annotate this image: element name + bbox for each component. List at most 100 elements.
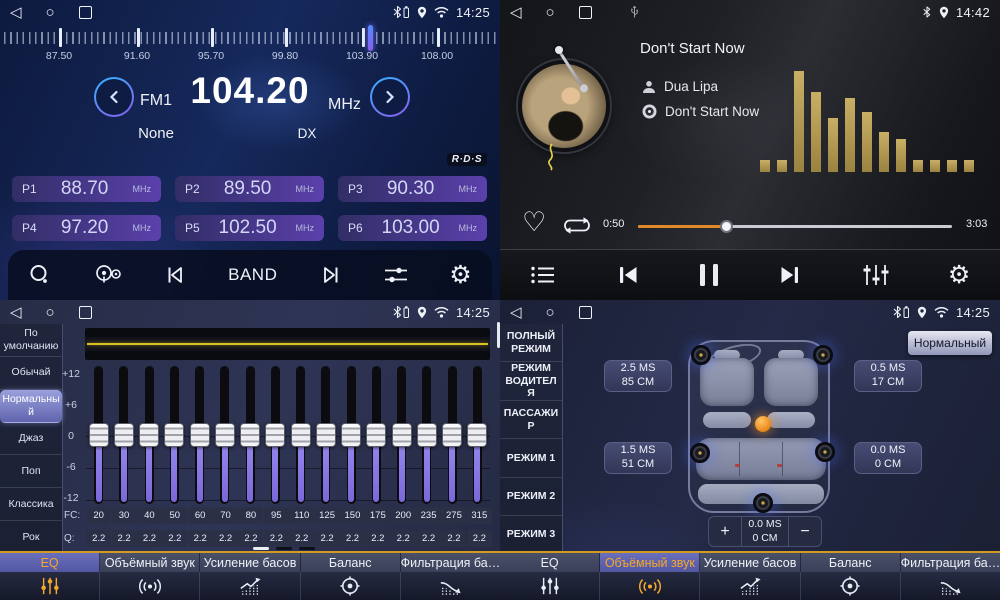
eq-band-slider[interactable] <box>473 366 482 504</box>
tab-surround[interactable]: Объёмный звук <box>100 553 200 572</box>
slider-handle[interactable] <box>392 423 412 447</box>
slider-handle[interactable] <box>467 423 487 447</box>
tab-filter-icon[interactable] <box>901 572 1000 600</box>
tab-bass-boost-icon[interactable] <box>200 572 300 600</box>
eq-band-slider[interactable] <box>119 366 128 504</box>
settings-gear-icon[interactable]: ⚙ <box>449 263 471 288</box>
audio-settings-icon[interactable] <box>383 264 409 286</box>
eq-band-slider[interactable] <box>145 366 154 504</box>
eq-band-slider[interactable] <box>246 366 255 504</box>
eq-preset-default[interactable]: По умолчанию <box>0 324 62 357</box>
slider-handle[interactable] <box>341 423 361 447</box>
tab-bass-boost[interactable]: Усиление басов <box>200 553 300 572</box>
slider-handle[interactable] <box>442 423 462 447</box>
increase-delay-button[interactable]: + <box>709 517 741 546</box>
tune-up-button[interactable] <box>370 77 410 117</box>
eq-band-slider[interactable] <box>296 366 305 504</box>
tab-filter[interactable]: Фильтрация ба… <box>901 553 1000 572</box>
tab-surround-icon[interactable] <box>600 572 700 600</box>
tab-eq[interactable]: EQ <box>500 553 600 572</box>
nav-recents-icon[interactable] <box>79 6 92 19</box>
preset-p1[interactable]: P188.70MHz <box>12 176 161 202</box>
slider-handle[interactable] <box>89 423 109 447</box>
eq-band-slider[interactable] <box>321 366 330 504</box>
eq-band-slider[interactable] <box>170 366 179 504</box>
nav-back-icon[interactable]: ◁ <box>510 5 522 20</box>
eq-band-slider[interactable] <box>397 366 406 504</box>
eq-preset-custom[interactable]: Обычай <box>0 357 62 390</box>
slider-handle[interactable] <box>190 423 210 447</box>
eq-band-slider[interactable] <box>422 366 431 504</box>
front-left-speaker-icon[interactable] <box>691 345 711 365</box>
slider-handle[interactable] <box>291 423 311 447</box>
listening-position-dot[interactable] <box>755 416 771 432</box>
rear-right-speaker-icon[interactable] <box>815 442 835 462</box>
mode-full[interactable]: ПОЛНЫЙ РЕЖИМ <box>500 324 562 362</box>
eq-preset-rock[interactable]: Рок <box>0 521 62 553</box>
mode-3[interactable]: РЕЖИМ 3 <box>500 516 562 553</box>
tuner-scale[interactable]: 87.50 91.60 95.70 99.80 103.90 108.00 <box>4 25 496 65</box>
eq-band-slider[interactable] <box>347 366 356 504</box>
band-button[interactable]: BAND <box>228 265 277 285</box>
front-right-delay-button[interactable]: 0.5 MS17 CM <box>854 360 922 392</box>
nav-home-icon[interactable]: ○ <box>46 305 55 320</box>
front-left-delay-button[interactable]: 2.5 MS85 CM <box>604 360 672 392</box>
nav-home-icon[interactable]: ○ <box>546 5 555 20</box>
tab-bass-boost-icon[interactable] <box>700 572 800 600</box>
previous-track-icon[interactable] <box>615 264 641 286</box>
tab-balance[interactable]: Баланс <box>801 553 901 572</box>
tab-bass-boost[interactable]: Усиление басов <box>700 553 800 572</box>
tab-eq-icon[interactable] <box>0 572 100 600</box>
decrease-delay-button[interactable]: − <box>789 517 821 546</box>
search-stations-icon[interactable] <box>28 263 52 287</box>
slider-handle[interactable] <box>366 423 386 447</box>
pause-icon[interactable] <box>700 264 718 286</box>
slider-handle[interactable] <box>240 423 260 447</box>
eq-band-slider[interactable] <box>271 366 280 504</box>
eq-band-slider[interactable] <box>372 366 381 504</box>
preset-p4[interactable]: P497.20MHz <box>12 215 161 241</box>
seek-bar[interactable] <box>638 225 952 228</box>
eq-band-slider[interactable] <box>220 366 229 504</box>
rear-left-delay-button[interactable]: 1.5 MS51 CM <box>604 442 672 474</box>
tab-filter-icon[interactable] <box>401 572 500 600</box>
nav-home-icon[interactable]: ○ <box>546 305 555 320</box>
mode-2[interactable]: РЕЖИМ 2 <box>500 478 562 516</box>
nav-home-icon[interactable]: ○ <box>46 5 55 20</box>
favorite-icon[interactable]: ♡ <box>522 209 546 236</box>
tab-balance[interactable]: Баланс <box>301 553 401 572</box>
tab-filter[interactable]: Фильтрация ба… <box>401 553 500 572</box>
repeat-icon[interactable] <box>562 215 592 236</box>
preset-p3[interactable]: P390.30MHz <box>338 176 487 202</box>
slider-handle[interactable] <box>164 423 184 447</box>
eq-band-slider[interactable] <box>94 366 103 504</box>
slider-handle[interactable] <box>417 423 437 447</box>
eq-preset-normal[interactable]: Нормальный <box>0 390 62 423</box>
eq-band-slider[interactable] <box>448 366 457 504</box>
broadcast-icon[interactable] <box>93 263 123 287</box>
mode-driver[interactable]: РЕЖИМ ВОДИТЕЛЯ <box>500 362 562 401</box>
equalizer-icon[interactable] <box>863 263 889 287</box>
nav-recents-icon[interactable] <box>579 306 592 319</box>
slider-handle[interactable] <box>139 423 159 447</box>
eq-band-slider[interactable] <box>195 366 204 504</box>
tab-balance-icon[interactable] <box>301 572 401 600</box>
seek-knob[interactable] <box>720 220 733 233</box>
nav-recents-icon[interactable] <box>579 6 592 19</box>
preset-p2[interactable]: P289.50MHz <box>175 176 324 202</box>
slider-handle[interactable] <box>316 423 336 447</box>
preset-p5[interactable]: P5102.50MHz <box>175 215 324 241</box>
front-right-speaker-icon[interactable] <box>813 345 833 365</box>
slider-handle[interactable] <box>265 423 285 447</box>
profile-button[interactable]: Нормальный <box>908 331 992 355</box>
eq-preset-pop[interactable]: Поп <box>0 455 62 488</box>
settings-gear-icon[interactable]: ⚙ <box>948 263 970 288</box>
rear-left-speaker-icon[interactable] <box>690 443 710 463</box>
mode-passenger[interactable]: ПАССАЖИР <box>500 401 562 439</box>
slider-handle[interactable] <box>114 423 134 447</box>
next-station-icon[interactable] <box>318 264 342 286</box>
eq-preset-classic[interactable]: Классика <box>0 488 62 521</box>
previous-station-icon[interactable] <box>164 264 188 286</box>
nav-back-icon[interactable]: ◁ <box>10 5 22 20</box>
rear-right-delay-button[interactable]: 0.0 MS0 CM <box>854 442 922 474</box>
